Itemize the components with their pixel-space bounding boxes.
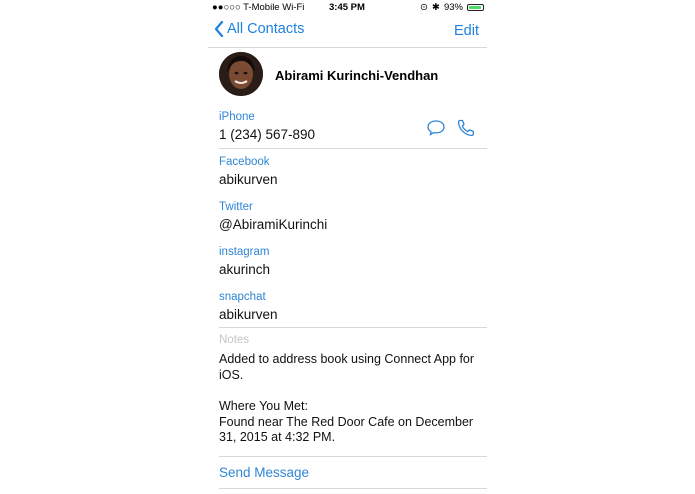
notes-label: Notes [219,334,250,346]
chevron-left-icon [214,21,224,37]
send-message-button[interactable]: Send Message [219,465,309,480]
phone-icon[interactable] [456,118,476,138]
separator [219,456,487,457]
status-right: ⊙ ✱ 93% [420,2,484,13]
snapchat-label: snapchat [219,291,266,303]
avatar [219,52,263,96]
snapchat-value[interactable]: abikurven [219,307,278,322]
separator [219,148,487,149]
orientation-lock-icon: ⊙ [420,2,429,13]
separator [219,327,487,328]
battery-percent: 93% [443,2,463,13]
instagram-value[interactable]: akurinch [219,262,270,277]
contact-name: Abirami Kurinchi-Vendhan [275,68,439,83]
notes-line: Found near The Red Door Cafe on December… [219,414,474,445]
instagram-label: instagram [219,246,270,258]
carrier-label: ●●○○○ T-Mobile Wi-Fi [212,2,305,13]
separator [219,488,487,489]
notes-text[interactable]: Added to address book using Connect App … [219,352,479,446]
phone-number[interactable]: 1 (234) 567-890 [219,127,315,142]
navigation-bar: All Contacts Edit [208,15,487,48]
status-time: 3:45 PM [329,1,365,13]
notes-line: Added to address book using Connect App … [219,352,475,382]
status-bar: ●●○○○ T-Mobile Wi-Fi 3:45 PM ⊙ ✱ 93% [208,0,487,15]
facebook-label: Facebook [219,156,270,168]
twitter-label: Twitter [219,201,253,213]
edit-button[interactable]: Edit [454,23,479,39]
contact-detail-screen: ●●○○○ T-Mobile Wi-Fi 3:45 PM ⊙ ✱ 93% All… [208,0,487,494]
back-button[interactable]: All Contacts [214,21,304,37]
notes-line: Where You Met: [219,399,308,413]
bluetooth-icon: ✱ [432,2,440,13]
twitter-value[interactable]: @AbiramiKurinchi [219,217,327,232]
back-label: All Contacts [227,21,305,37]
facebook-value[interactable]: abikurven [219,172,278,187]
phone-label: iPhone [219,111,255,123]
battery-icon [467,4,484,11]
message-icon[interactable] [426,118,446,138]
